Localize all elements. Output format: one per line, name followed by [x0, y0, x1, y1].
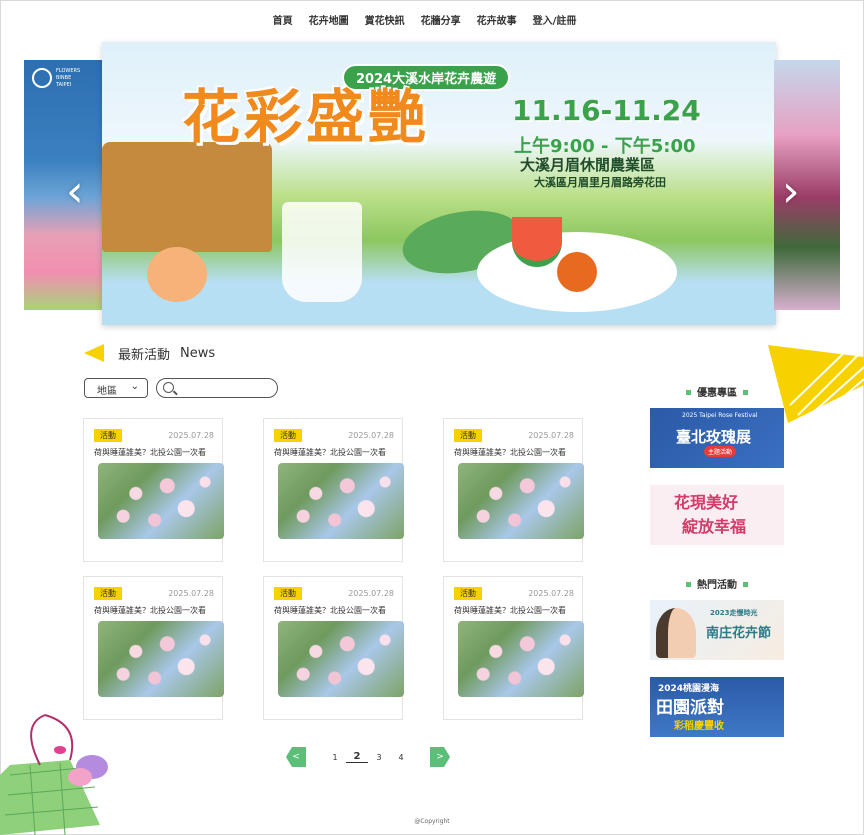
megaphone-icon	[84, 342, 106, 364]
card-title: 荷與睡蓮誰美？北投公園一次看	[454, 448, 566, 457]
banner-peach-illustration	[147, 247, 207, 302]
nav-item-flower-story[interactable]: 花卉故事	[469, 12, 525, 27]
nav-item-flower-wall[interactable]: 花牆分享	[413, 12, 469, 27]
chevron-left-icon[interactable]: ‹	[66, 170, 84, 214]
banner-basket-illustration	[102, 142, 272, 252]
square-bullet-icon	[686, 389, 691, 395]
banner-address: 大溪區月眉里月眉路旁花田	[534, 176, 666, 189]
promo-subtitle: 2025 Taipei Rose Festival	[682, 412, 758, 419]
promo-title: 臺北玫瑰展	[676, 428, 752, 446]
nav-item-flower-map[interactable]: 花卉地圖	[301, 12, 357, 27]
square-bullet-icon	[743, 581, 748, 587]
banner-persimmon-illustration	[557, 252, 597, 292]
search-icon	[163, 382, 174, 393]
region-dropdown-label: 地區	[97, 386, 117, 397]
hot-events-heading: 熱門活動	[650, 576, 784, 591]
girl-illustration	[656, 608, 696, 658]
chevron-right-icon[interactable]: ›	[782, 170, 800, 214]
card-date: 2025.07.28	[168, 589, 214, 598]
news-card[interactable]: 活動 2025.07.28 荷與睡蓮誰美？北投公園一次看	[83, 418, 224, 562]
news-card[interactable]: 活動 2025.07.28 荷與睡蓮誰美？北投公園一次看	[263, 418, 404, 562]
card-tag: 活動	[94, 429, 122, 442]
flower-decoration	[0, 714, 108, 835]
card-date: 2025.07.28	[168, 431, 214, 440]
nav-item-login[interactable]: 登入/註冊	[525, 12, 585, 27]
banner-place: 大溪月眉休閒農業區	[520, 156, 656, 174]
flowers-taipei-logo-text: FLOWERS BINBE TAIPEI	[56, 68, 81, 88]
chevron-down-icon: ⌄	[130, 381, 139, 392]
pagination-next-button[interactable]: >	[430, 747, 450, 767]
event-subtitle: 2023走慢時光	[710, 609, 758, 617]
card-tag: 活動	[274, 587, 302, 600]
square-bullet-icon	[686, 581, 691, 587]
top-nav: 首頁 花卉地圖 賞花快訊 花牆分享 花卉故事 登入/註冊	[0, 12, 864, 27]
card-photo	[98, 463, 224, 539]
news-card[interactable]: 活動 2025.07.28 荷與睡蓮誰美？北投公園一次看	[83, 576, 224, 720]
news-title-en: News	[180, 345, 216, 361]
card-date: 2025.07.28	[528, 589, 574, 598]
event-banner-nanzhuang[interactable]: 2023走慢時光 南庄花卉節	[650, 600, 784, 660]
card-photo	[98, 621, 224, 697]
square-bullet-icon	[743, 389, 748, 395]
hero-carousel: FLOWERS BINBE TAIPEI 2024大溪水岸花卉農遊 花彩盛艷 1…	[0, 42, 864, 327]
carousel-prev-slide[interactable]: FLOWERS BINBE TAIPEI	[24, 60, 102, 310]
pagination-page[interactable]: 1	[324, 753, 346, 762]
news-card[interactable]: 活動 2025.07.28 荷與睡蓮誰美？北投公園一次看	[443, 576, 584, 720]
event-title: 南庄花卉節	[706, 626, 772, 641]
event-banner-taoyuan[interactable]: 2024桃園漫海 田園派對 彩稻慶豐收	[650, 677, 784, 737]
card-title: 荷與睡蓮誰美？北投公園一次看	[454, 606, 566, 615]
promo-tag: 主題活動	[704, 446, 737, 457]
pagination-page-active[interactable]: 2	[346, 751, 368, 763]
region-dropdown[interactable]: 地區 ⌄	[84, 378, 148, 398]
card-photo	[278, 463, 404, 539]
pagination-prev-button[interactable]: <	[286, 747, 306, 767]
banner-watermelon-illustration	[512, 217, 562, 267]
card-title: 荷與睡蓮誰美？北投公園一次看	[94, 606, 206, 615]
promo-heading: 優惠專區	[650, 384, 784, 399]
promo-title-line1: 花現美好	[674, 493, 739, 512]
pagination-page[interactable]: 4	[390, 753, 412, 762]
carousel-active-slide[interactable]: 2024大溪水岸花卉農遊 花彩盛艷 11.16-11.24 上午9:00 - 下…	[102, 42, 776, 325]
banner-milk-jar-illustration	[282, 202, 362, 302]
promo-title-line2: 綻放幸福	[682, 517, 747, 536]
card-tag: 活動	[454, 587, 482, 600]
card-title: 荷與睡蓮誰美？北投公園一次看	[274, 448, 386, 457]
nav-item-home[interactable]: 首頁	[265, 12, 301, 27]
nav-item-flower-news[interactable]: 賞花快訊	[357, 12, 413, 27]
event-tagline: 彩稻慶豐收	[674, 721, 724, 732]
news-card[interactable]: 活動 2025.07.28 荷與睡蓮誰美？北投公園一次看	[443, 418, 584, 562]
card-date: 2025.07.28	[348, 431, 394, 440]
card-date: 2025.07.28	[348, 589, 394, 598]
search-input[interactable]	[156, 378, 278, 398]
card-title: 荷與睡蓮誰美？北投公園一次看	[94, 448, 206, 457]
promo-banner-rose-festival[interactable]: 2025 Taipei Rose Festival 臺北玫瑰展 主題活動	[650, 408, 784, 468]
card-photo	[458, 621, 584, 697]
card-date: 2025.07.28	[528, 431, 574, 440]
banner-title: 花彩盛艷	[182, 83, 431, 151]
news-section-header: 最新活動 News	[84, 342, 215, 364]
news-card[interactable]: 活動 2025.07.28 荷與睡蓮誰美？北投公園一次看	[263, 576, 404, 720]
card-photo	[458, 463, 584, 539]
flowers-taipei-logo-icon	[32, 68, 52, 88]
event-title: 田園派對	[656, 698, 724, 718]
card-tag: 活動	[454, 429, 482, 442]
promo-banner-bloom[interactable]: 花現美好 綻放幸福	[650, 485, 784, 545]
pagination-page[interactable]: 3	[368, 753, 390, 762]
card-photo	[278, 621, 404, 697]
card-title: 荷與睡蓮誰美？北投公園一次看	[274, 606, 386, 615]
footer-copyright: @Copyright	[414, 818, 450, 825]
pagination: < 1 2 3 4 >	[286, 747, 450, 767]
card-tag: 活動	[274, 429, 302, 442]
card-tag: 活動	[94, 587, 122, 600]
banner-dates: 11.16-11.24	[512, 94, 701, 127]
news-title: 最新活動	[118, 347, 171, 363]
